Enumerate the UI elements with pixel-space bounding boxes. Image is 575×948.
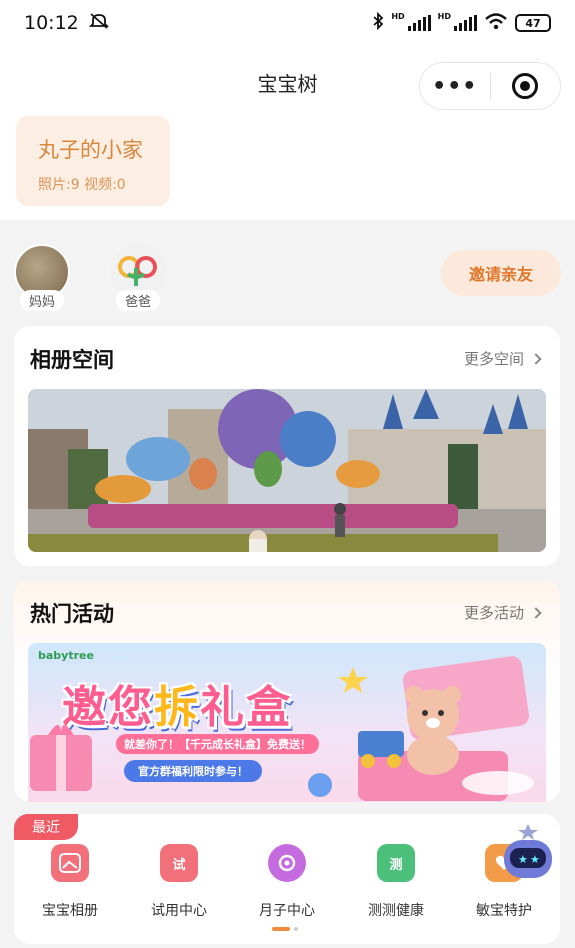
more-albums-link[interactable]: 更多空间 (463, 348, 542, 369)
chevron-right-icon (530, 606, 542, 619)
member-label: 爸爸 (115, 290, 160, 311)
page-dot-active (272, 927, 290, 931)
shortcut-trial-center[interactable]: 试 试用中心 (129, 844, 229, 920)
recent-shortcuts: 最近 宝宝相册 试 试用中心 月子中心 测 测测健康 敏宝特护 ★ ★ (14, 814, 560, 944)
shortcut-label: 测测健康 (368, 903, 424, 919)
assistant-robot-icon[interactable]: ★ ★ (500, 822, 556, 882)
shortcut-label: 宝宝相册 (42, 903, 98, 919)
nav-bar: 宝宝树 ••• (0, 46, 575, 120)
album-icon (51, 844, 89, 882)
status-time: 10:12 (24, 12, 79, 34)
member-label: 妈妈 (19, 290, 64, 311)
page-indicator (272, 927, 298, 931)
moon-icon (268, 844, 306, 882)
status-bar: 10:12 HD HD 47 (0, 0, 575, 46)
wifi-icon (484, 12, 508, 34)
target-icon (512, 73, 539, 99)
activity-banner[interactable]: babytree 邀您拆礼盒 就差你了！【千元成长礼盒】免费送！ 官方群福利限时… (28, 643, 546, 802)
close-mini-program-button[interactable] (491, 73, 561, 99)
activity-title: 热门活动 (30, 602, 114, 626)
network-type-1: HD (391, 12, 405, 21)
album-title: 相册空间 (30, 348, 114, 372)
member-list: 妈妈 爸爸 邀请亲友 (0, 244, 575, 314)
more-menu-button[interactable]: ••• (420, 74, 490, 99)
shortcut-label: 试用中心 (151, 903, 207, 919)
svg-text:★: ★ (530, 853, 540, 866)
shortcut-label: 月子中心 (259, 903, 315, 919)
mini-program-capsule: ••• (419, 62, 561, 110)
babytree-logo: babytree (38, 649, 94, 662)
family-header: 丸子的小家 照片:9 视频:0 (0, 110, 575, 220)
svg-text:★: ★ (518, 853, 528, 866)
shortcut-baby-album[interactable]: 宝宝相册 (20, 844, 120, 920)
shortcut-label: 敏宝特护 (476, 903, 532, 919)
banner-title: 邀您拆礼盒 (62, 682, 292, 733)
signal-icon (407, 15, 431, 31)
shortcut-health-test[interactable]: 测 测测健康 (346, 844, 446, 920)
bluetooth-icon (372, 11, 384, 34)
page-dot (294, 927, 298, 931)
member-mama[interactable]: 妈妈 (12, 244, 72, 321)
more-activities-label: 更多活动 (463, 604, 524, 622)
member-baba[interactable]: 爸爸 (108, 244, 168, 321)
network-type-2: HD (437, 12, 451, 21)
default-avatar-icon (118, 256, 157, 286)
invite-button[interactable]: 邀请亲友 (441, 250, 561, 296)
recent-tag: 最近 (14, 814, 78, 840)
mute-icon (88, 12, 109, 34)
banner-subtitle: 就差你了！【千元成长礼盒】免费送！ (116, 734, 319, 754)
family-card[interactable]: 丸子的小家 照片:9 视频:0 (16, 116, 170, 206)
chevron-right-icon (530, 352, 542, 365)
battery-icon: 47 (515, 14, 551, 32)
cart-icon: 试 (160, 844, 198, 882)
signal-icon (454, 15, 477, 31)
activity-card: 热门活动 更多活动 babytree 邀您拆礼盒 就差你了！【千元成长礼盒】免费… (14, 580, 560, 802)
family-stats: 照片:9 视频:0 (38, 177, 126, 193)
shortcut-confinement-center[interactable]: 月子中心 (237, 844, 337, 920)
more-albums-label: 更多空间 (463, 350, 524, 368)
family-name: 丸子的小家 (38, 138, 143, 162)
banner-subtitle-2: 官方群福利限时参与！ (124, 760, 262, 782)
test-icon: 测 (377, 844, 415, 882)
album-card: 相册空间 更多空间 (14, 326, 560, 566)
album-photo[interactable] (28, 389, 546, 552)
more-activities-link[interactable]: 更多活动 (463, 602, 542, 623)
